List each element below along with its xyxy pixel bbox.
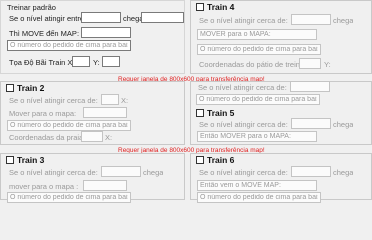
train5-header: Train 5 [196,108,234,118]
train4-level-min-input-2[interactable] [290,81,330,92]
train4-coord-y-label: Y: [324,60,331,69]
train6-header: Train 6 [196,155,234,165]
train3-header: Train 3 [6,155,44,165]
train4-level-mid-label: chega [333,16,354,25]
training-level-max-input[interactable] [141,12,184,23]
train6-title: Train 6 [207,155,235,165]
train4-order-input-2[interactable] [196,94,320,105]
train4-level-min-input[interactable] [291,14,331,25]
training-level-label: Se o nível atingir entre: [9,14,87,23]
training-coord-y-label: Y: [93,58,100,67]
train4-level-label: Se o nível atingir cerca de: [199,16,288,25]
training-coord-x-input[interactable] [72,56,90,67]
train6-map-input[interactable] [197,180,317,191]
training-coord-y-input[interactable] [102,56,120,67]
train2-coord-x-input[interactable] [81,131,103,142]
train4-coord-label: Coordenadas do pátio de treino : [199,60,309,69]
train2-order-input[interactable] [7,120,131,131]
train4-header: Train 4 [196,2,234,12]
train2-panel: Train 2 Se o nível atingir cerca de: X: … [0,81,185,145]
train2-checkbox[interactable] [6,84,14,92]
training-default-panel: Treinar padrão Se o nível atingir entre:… [0,0,185,74]
train3-level-label: Se o nível atingir cerca de: [9,168,98,177]
train4-map-input[interactable] [197,29,317,40]
train5-map-input[interactable] [197,131,317,142]
training-default-title: Treinar padrão [7,3,56,12]
train4-coord-x-input[interactable] [299,58,321,69]
train2-title: Train 2 [17,83,45,93]
training-level-min-input[interactable] [81,12,121,23]
train5-extra-rows [190,145,372,146]
train2-map-input[interactable] [83,107,127,118]
train5-level-mid-label: chega [333,120,354,129]
train5-title: Train 5 [207,108,235,118]
train2-move-label: Mover para o mapa: [9,109,77,118]
train2-level-label: Se o nível atingir cerca de: [9,96,98,105]
train4-order-input[interactable] [197,44,321,55]
train3-order-input[interactable] [7,192,131,203]
train2-coord-x-label: X: [105,133,113,142]
train4-level-label-2: Se o nível atingir cerca de: [198,83,287,92]
train5-level-label: Se o nível atingir cerca de: [199,120,288,129]
train4-panel: Train 4 Se o nível atingir cerca de: che… [190,0,372,74]
training-order-input[interactable] [7,40,131,51]
train3-level-min-input[interactable] [101,166,141,177]
train3-panel: Train 3 Se o nível atingir cerca de: che… [0,153,185,203]
settings-root: Treinar padrão Se o nível atingir entre:… [0,0,372,203]
train2-header: Train 2 [6,83,44,93]
train5-level-min-input[interactable] [291,118,331,129]
train4-extra-rows: Se o nível atingir cerca de: [190,81,372,107]
training-coord-label: Tọa Độ Bãi Train X: [9,58,75,67]
train6-level-label: Se o nível atingir cerca de: [199,168,288,177]
train4-checkbox[interactable] [196,3,204,11]
train2-level-min-input[interactable] [101,94,119,105]
train3-move-label: mover para o mapa : [9,182,79,191]
train3-checkbox[interactable] [6,156,14,164]
training-map-input[interactable] [81,27,131,38]
train6-level-min-input[interactable] [291,166,331,177]
train6-level-mid-label: chega [333,168,354,177]
train6-panel: Train 6 Se o nível atingir cerca de: che… [190,153,372,203]
training-move-label: Thì MOVE đến MAP: [9,29,80,38]
train3-level-mid-label: chega [143,168,164,177]
train5-checkbox[interactable] [196,109,204,117]
train2-coord-label: Coordenadas da praia Train [9,133,81,142]
train6-checkbox[interactable] [196,156,204,164]
train6-order-input[interactable] [197,192,321,203]
train2-level-mid-label: X: [121,96,129,105]
train3-title: Train 3 [17,155,45,165]
train3-map-input[interactable] [83,180,127,191]
train4-title: Train 4 [207,2,235,12]
